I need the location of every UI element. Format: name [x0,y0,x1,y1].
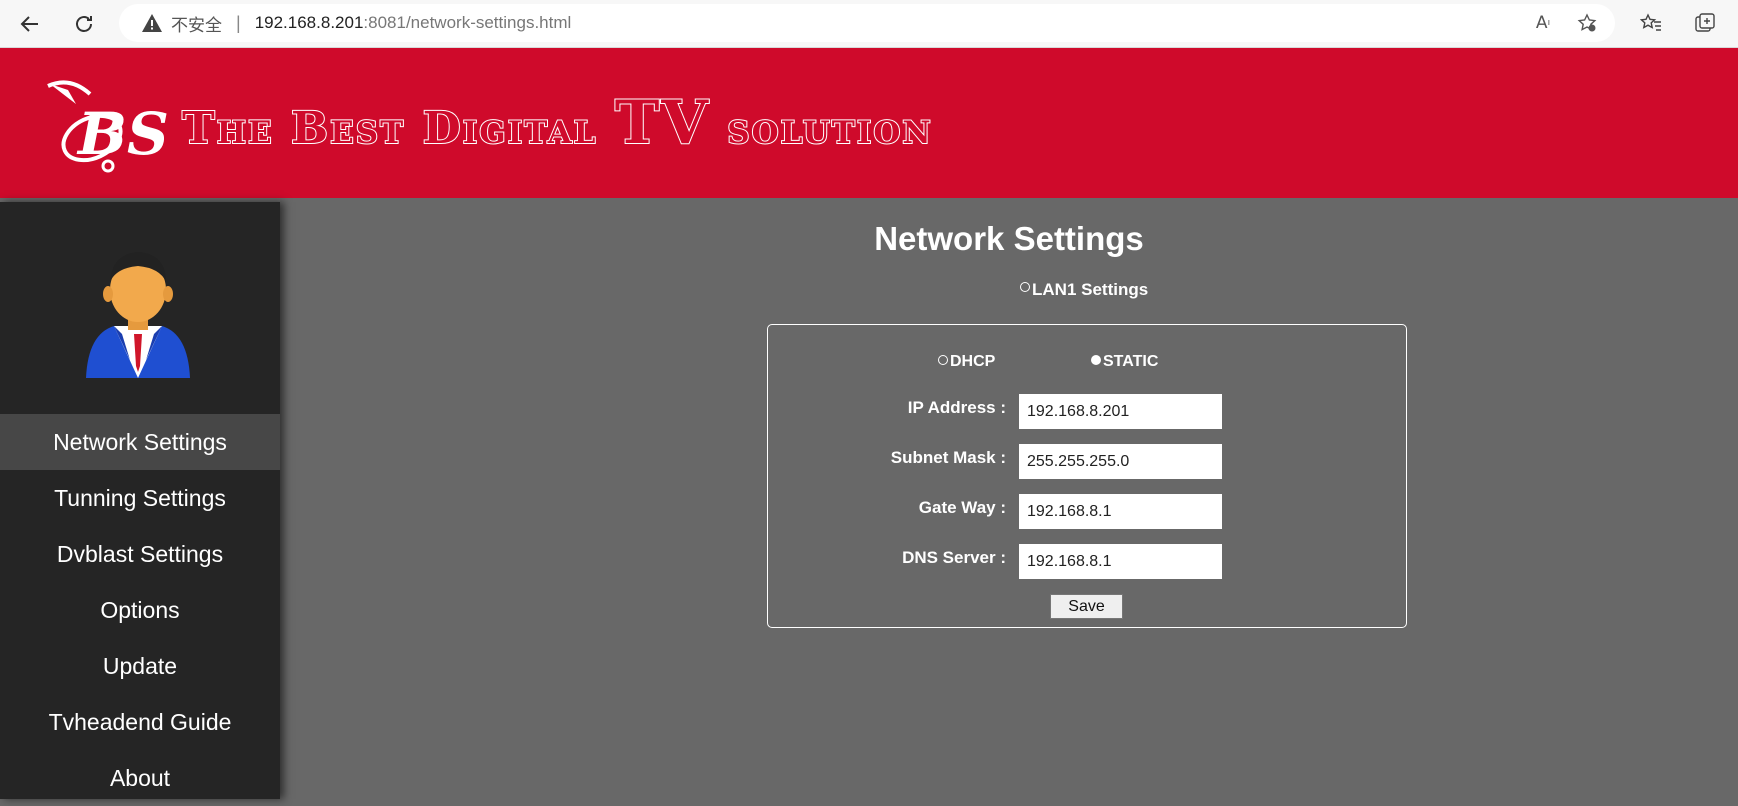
page-title: Network Settings [874,220,1144,257]
ip-address-input[interactable] [1019,394,1222,429]
dns-server-input[interactable] [1019,544,1222,579]
static-label: STATIC [1103,353,1159,370]
subnet-mask-input[interactable] [1019,444,1222,479]
refresh-icon[interactable] [66,6,102,42]
banner-title-part2: TV [614,87,710,159]
sidebar-menu: Network Settings Tunning Settings Dvblas… [0,414,280,806]
sidebar-item-tvheadend-guide[interactable]: Tvheadend Guide [0,694,280,750]
lan1-option[interactable]: LAN1 Settings [1020,280,1148,300]
favorites-icon[interactable] [1636,8,1666,38]
warning-icon[interactable] [141,13,163,33]
user-avatar-icon [86,252,190,378]
subnet-mask-label: Subnet Mask : [890,448,1006,467]
url-path: :8081/network-settings.html [363,13,572,32]
add-favorite-icon[interactable] [1572,8,1602,38]
sidebar-item-about[interactable]: About [0,750,280,806]
company-logo: BS [47,80,169,173]
banner-title-part3: solution [709,102,933,155]
static-radio[interactable] [1091,355,1101,365]
header-banner: BS The Best Digital TV solution [0,48,1738,198]
banner-title: The Best Digital TV solution [181,87,933,159]
browser-toolbar: 不安全 | 192.168.8.201:8081/network-setting… [0,0,1738,48]
gateway-input[interactable] [1019,494,1222,529]
dhcp-label: DHCP [950,353,996,370]
save-button[interactable]: Save [1050,594,1123,619]
dhcp-radio[interactable] [938,355,948,365]
logo-letters: BS [76,100,169,168]
network-form-panel: DHCP STATIC IP Address : Subnet Mask : G… [767,324,1407,628]
back-icon[interactable] [12,6,48,42]
dhcp-option[interactable]: DHCP [938,353,995,371]
static-option[interactable]: STATIC [1091,353,1158,371]
gateway-label: Gate Way : [918,498,1006,517]
ip-address-label: IP Address : [907,398,1006,417]
sidebar-item-dvblast-settings[interactable]: Dvblast Settings [0,526,280,582]
address-bar[interactable]: 不安全 | 192.168.8.201:8081/network-setting… [119,4,1615,42]
sidebar-item-tunning-settings[interactable]: Tunning Settings [0,470,280,526]
url-host: 192.168.8.201 [254,13,364,32]
banner-title-part1: The Best Digital [181,102,615,155]
sidebar-item-network-settings[interactable]: Network Settings [0,414,280,470]
sidebar-item-options[interactable]: Options [0,582,280,638]
address-separator: | [236,12,241,33]
lan1-radio[interactable] [1020,282,1030,292]
insecure-label: 不安全 [171,15,222,36]
sidebar: Network Settings Tunning Settings Dvblas… [0,202,280,799]
lan1-label: LAN1 Settings [1032,280,1149,299]
read-aloud-icon[interactable]: Aı [1528,8,1558,38]
dns-server-label: DNS Server : [902,548,1006,567]
collections-icon[interactable] [1690,8,1720,38]
sidebar-item-update[interactable]: Update [0,638,280,694]
